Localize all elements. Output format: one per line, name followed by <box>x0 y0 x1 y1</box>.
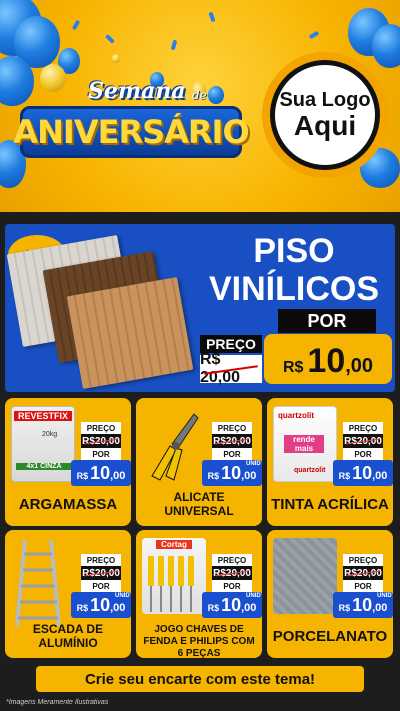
event-title: Semana de ANIVERSÁRIO <box>13 78 250 166</box>
product-image-label: REVESTFIX <box>14 411 72 421</box>
hero-title-line2: VINÍLICOS <box>208 270 380 308</box>
product-image-label: 4x1 CINZA <box>16 463 72 470</box>
hero-title-line1: PISO <box>253 232 335 270</box>
floor-board-oak-icon <box>66 276 194 390</box>
preco-label: PREÇO <box>212 422 252 434</box>
currency: R$ <box>338 603 351 613</box>
balloon-decoration <box>112 54 120 63</box>
disclaimer: *Imagens Meramente Ilustrativas <box>6 699 109 706</box>
price-cents: ,00 <box>110 602 126 614</box>
hero-title: PISO VINÍLICOS <box>206 232 382 308</box>
price-int: 10 <box>221 595 242 615</box>
old-price: R$20,00 <box>212 566 252 580</box>
unit-label: UNID <box>246 593 261 599</box>
product-name: ARGAMASSA <box>18 496 118 513</box>
preco-label: PREÇO <box>81 422 121 434</box>
title-aniversario: ANIVERSÁRIO <box>13 113 249 151</box>
cta-button[interactable]: Crie seu encarte com este tema! <box>36 666 364 692</box>
product-card: Cortag PREÇO R$20,00 POR R$ 10,00 UNID JOGO CHA… <box>136 530 262 659</box>
product-name: JOGO CHAVES DE FENDA E PHILIPS COM 6 PEÇ… <box>143 624 255 659</box>
hero-por-label: POR <box>278 309 376 333</box>
unit-label: UNID <box>115 593 130 599</box>
new-price: R$ 10,00 <box>71 460 131 486</box>
currency: R$ <box>207 603 220 613</box>
por-label: POR <box>212 580 252 592</box>
old-price: R$20,00 <box>212 434 252 448</box>
unit-label: UNID <box>377 593 392 599</box>
hero-price-cents: ,00 <box>345 355 374 377</box>
logo-text-line2: Aqui <box>293 110 357 141</box>
confetti <box>170 39 178 51</box>
ladder-icon <box>11 538 75 627</box>
price-cents: ,00 <box>241 602 257 614</box>
por-label: POR <box>81 448 121 460</box>
confetti <box>308 30 320 40</box>
product-image-label: quartzolit <box>294 467 326 474</box>
preco-label: PREÇO <box>212 554 252 566</box>
screwdriver-set-icon: Cortag <box>142 538 206 614</box>
new-price: R$ 10,00 <box>333 460 393 486</box>
price-int: 10 <box>221 463 242 483</box>
preco-label: PREÇO <box>81 554 121 566</box>
logo-text-line1: Sua Logo <box>279 89 371 111</box>
confetti <box>208 11 216 23</box>
product-name: ALICATE UNIVERSAL <box>164 490 234 518</box>
price-int: 10 <box>352 463 373 483</box>
old-price: R$20,00 <box>81 434 121 448</box>
mortar-bag-icon: REVESTFIX 4x1 CINZA 20kg <box>11 406 75 482</box>
price-cents: ,00 <box>241 470 257 482</box>
preco-label: PREÇO <box>343 422 383 434</box>
old-price: R$20,00 <box>343 566 383 580</box>
confetti <box>105 34 115 44</box>
paint-bucket-icon: quartzolit rende mais quartzolit <box>273 406 337 482</box>
currency: R$ <box>76 603 89 613</box>
title-aniversario-plate: ANIVERSÁRIO <box>13 106 250 158</box>
product-image-label: 20kg <box>42 431 58 438</box>
confetti <box>71 19 81 31</box>
hero-new-price: R$ 10 ,00 <box>264 334 392 384</box>
product-card: PREÇO R$20,00 POR R$ 10,00 UNID PORCELANATO <box>267 530 393 658</box>
product-name: TINTA ACRÍLICA <box>271 496 389 513</box>
product-image-label: rende mais <box>284 435 324 453</box>
currency: R$ <box>76 471 89 481</box>
price-cents: ,00 <box>372 602 388 614</box>
por-label: POR <box>343 448 383 460</box>
hero-currency: R$ <box>282 359 304 376</box>
hero-price-int: 10 <box>307 342 346 380</box>
price-int: 10 <box>352 595 373 615</box>
price-cents: ,00 <box>110 470 126 482</box>
price-int: 10 <box>90 463 111 483</box>
header-banner: Semana de ANIVERSÁRIO Sua Logo Aqui <box>0 0 400 212</box>
product-card: PREÇO R$20,00 POR R$ 10,00 UNID ALICATE UNIVER… <box>136 398 262 526</box>
title-semana: Semana <box>88 78 186 104</box>
por-label: POR <box>212 448 252 460</box>
logo-placeholder: Sua Logo Aqui <box>262 52 388 178</box>
unit-label: UNID <box>246 461 261 467</box>
old-price: R$20,00 <box>81 566 121 580</box>
hero-old-price: R$ 20,00 <box>200 351 262 386</box>
product-image-label: quartzolit <box>278 411 314 420</box>
pliers-icon <box>142 406 206 482</box>
product-image-label: Cortag <box>156 540 192 549</box>
title-connector: de <box>192 88 207 102</box>
product-name: ESCADA DE ALUMÍNIO <box>32 622 104 650</box>
por-label: POR <box>81 580 121 592</box>
porcelain-tile-icon <box>273 538 337 614</box>
product-name: PORCELANATO <box>272 628 388 645</box>
price-int: 10 <box>90 595 111 615</box>
currency: R$ <box>338 471 351 481</box>
price-cents: ,00 <box>372 470 388 482</box>
product-card: PREÇO R$20,00 POR R$ 10,00 UNID ESCADA DE ALUM… <box>5 530 131 658</box>
por-label: POR <box>343 580 383 592</box>
preco-label: PREÇO <box>343 554 383 566</box>
balloon-decoration <box>372 24 400 68</box>
product-card: REVESTFIX 4x1 CINZA 20kg PREÇO R$20,00 POR R$ 1… <box>5 398 131 526</box>
currency: R$ <box>207 471 220 481</box>
product-card: quartzolit rende mais quartzolit PREÇO R$20,… <box>267 398 393 526</box>
old-price: R$20,00 <box>343 434 383 448</box>
logo-inner: Sua Logo Aqui <box>270 60 380 170</box>
